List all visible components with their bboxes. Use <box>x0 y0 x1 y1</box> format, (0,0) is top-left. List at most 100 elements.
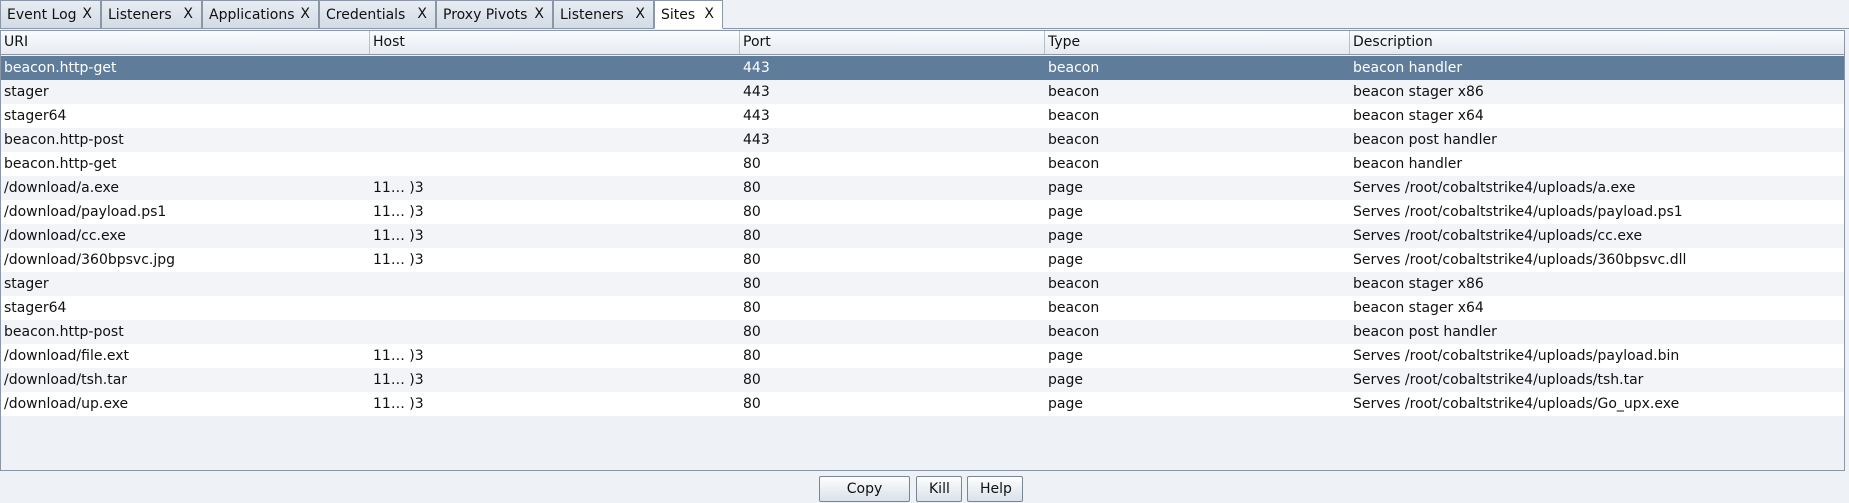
tab-sites[interactable]: Sites X <box>654 0 723 29</box>
cell-type: page <box>1048 348 1083 364</box>
cell-host: 11… )3 <box>373 396 424 412</box>
help-button[interactable]: Help <box>967 476 1023 502</box>
column-header-uri[interactable]: URI <box>1 31 370 54</box>
cell-port: 80 <box>743 204 761 220</box>
cell-port: 80 <box>743 228 761 244</box>
cell-uri: beacon.http-post <box>4 324 124 340</box>
cell-description: Serves /root/cobaltstrike4/uploads/paylo… <box>1353 348 1680 364</box>
cell-host: 11… )3 <box>373 348 424 364</box>
cell-port: 80 <box>743 300 761 316</box>
cell-type: beacon <box>1048 60 1100 76</box>
cell-port: 443 <box>743 132 770 148</box>
cell-uri: beacon.http-get <box>4 156 117 172</box>
column-header-description[interactable]: Description <box>1350 31 1844 54</box>
tab-label: Listeners <box>108 6 172 23</box>
table-row[interactable]: /download/360bpsvc.jpg 11… )3 80 page Serves… <box>1 248 1844 272</box>
table-header: URI Host Port Type Description <box>1 31 1844 55</box>
cell-type: beacon <box>1048 132 1100 148</box>
sites-table: URI Host Port Type Description beacon.ht… <box>0 30 1845 471</box>
cell-type: page <box>1048 396 1083 412</box>
close-tab-icon[interactable]: X <box>635 6 645 22</box>
column-header-port[interactable]: Port <box>740 31 1045 54</box>
scrollbar-track[interactable] <box>1845 30 1849 471</box>
cell-uri: /download/tsh.tar <box>4 372 128 388</box>
close-tab-icon[interactable]: X <box>82 6 92 22</box>
cell-description: beacon stager x64 <box>1353 108 1484 124</box>
cell-uri: beacon.http-get <box>4 60 117 76</box>
cell-description: beacon stager x64 <box>1353 300 1484 316</box>
close-tab-icon[interactable]: X <box>417 6 427 22</box>
cell-port: 80 <box>743 396 761 412</box>
table-row[interactable]: beacon.http-get 443 beacon beacon handler <box>1 56 1844 80</box>
cell-description: beacon stager x86 <box>1353 276 1484 292</box>
cell-type: page <box>1048 228 1083 244</box>
close-tab-icon[interactable]: X <box>300 6 310 22</box>
cell-description: Serves /root/cobaltstrike4/uploads/Go_up… <box>1353 396 1680 412</box>
column-header-host[interactable]: Host <box>370 31 740 54</box>
tab-listeners[interactable]: Listeners X <box>101 0 202 28</box>
cell-host: 11… )3 <box>373 228 424 244</box>
cell-type: beacon <box>1048 108 1100 124</box>
tab-label: Credentials <box>326 6 406 23</box>
cell-port: 80 <box>743 324 761 340</box>
tab-label: Event Log <box>7 6 77 23</box>
cell-host <box>370 80 740 104</box>
close-tab-icon[interactable]: X <box>534 6 544 22</box>
cell-uri: /download/cc.exe <box>4 228 126 244</box>
kill-button[interactable]: Kill <box>916 476 962 502</box>
tab-label: Sites <box>661 6 696 23</box>
tab-strip: Event Log X Listeners X Applications X C… <box>0 0 1849 29</box>
cell-uri: /download/file.ext <box>4 348 130 364</box>
cell-host <box>370 272 740 296</box>
cell-description: beacon handler <box>1353 60 1463 76</box>
cell-host: 11… )3 <box>373 180 424 196</box>
tab-listeners-2[interactable]: Listeners X <box>553 0 654 28</box>
cell-description: Serves /root/cobaltstrike4/uploads/paylo… <box>1353 204 1683 220</box>
tab-applications[interactable]: Applications X <box>202 0 319 28</box>
table-row[interactable]: /download/up.exe 11… )3 80 page Serves /root… <box>1 392 1844 416</box>
cell-port: 80 <box>743 372 761 388</box>
cell-uri: /download/360bpsvc.jpg <box>4 252 176 268</box>
cell-type: beacon <box>1048 300 1100 316</box>
cell-description: beacon stager x86 <box>1353 84 1484 100</box>
tab-credentials[interactable]: Credentials X <box>319 0 436 28</box>
tab-label: Applications <box>209 6 295 23</box>
cell-uri: /download/up.exe <box>4 396 129 412</box>
cell-description: Serves /root/cobaltstrike4/uploads/a.exe <box>1353 180 1636 196</box>
cell-uri: /download/payload.ps1 <box>4 204 167 220</box>
table-row[interactable]: beacon.http-get 80 beacon beacon handler <box>1 152 1844 176</box>
cell-uri: stager64 <box>4 108 67 124</box>
tab-event-log[interactable]: Event Log X <box>0 0 101 28</box>
cell-port: 80 <box>743 252 761 268</box>
table-row[interactable]: stager64 80 beacon beacon stager x64 <box>1 296 1844 320</box>
table-row[interactable]: /download/file.ext 11… )3 80 page Serves /ro… <box>1 344 1844 368</box>
tab-label: Listeners <box>560 6 624 23</box>
table-row[interactable]: /download/tsh.tar 11… )3 80 page Serves /roo… <box>1 368 1844 392</box>
cell-host <box>370 320 740 344</box>
table-row[interactable]: /download/cc.exe 11… )3 80 page Serves /root… <box>1 224 1844 248</box>
tab-proxy-pivots[interactable]: Proxy Pivots X <box>436 0 553 28</box>
table-row[interactable]: stager64 443 beacon beacon stager x64 <box>1 104 1844 128</box>
close-tab-icon[interactable]: X <box>704 6 714 22</box>
cell-type: beacon <box>1048 324 1100 340</box>
cell-host <box>370 296 740 320</box>
table-row[interactable]: beacon.http-post 80 beacon beacon post hand… <box>1 320 1844 344</box>
table-row[interactable]: stager 80 beacon beacon stager x86 <box>1 272 1844 296</box>
cell-type: beacon <box>1048 156 1100 172</box>
table-row[interactable]: /download/a.exe 11… )3 80 page Serves /root/… <box>1 176 1844 200</box>
cell-description: beacon handler <box>1353 156 1463 172</box>
table-row[interactable]: beacon.http-post 443 beacon beacon post han… <box>1 128 1844 152</box>
cell-type: page <box>1048 204 1083 220</box>
cell-host: 11… )3 <box>373 252 424 268</box>
close-tab-icon[interactable]: X <box>183 6 193 22</box>
cell-host: 11… )3 <box>373 204 424 220</box>
cell-host <box>370 128 740 152</box>
copy-url-button[interactable]: Copy URL <box>819 476 910 502</box>
cell-port: 80 <box>743 348 761 364</box>
cell-type: page <box>1048 180 1083 196</box>
table-row[interactable]: /download/payload.ps1 11… )3 80 page Serves … <box>1 200 1844 224</box>
tab-label: Proxy Pivots <box>443 6 528 23</box>
column-header-type[interactable]: Type <box>1045 31 1350 54</box>
table-row[interactable]: stager 443 beacon beacon stager x86 <box>1 80 1844 104</box>
cell-uri: stager <box>4 276 49 292</box>
